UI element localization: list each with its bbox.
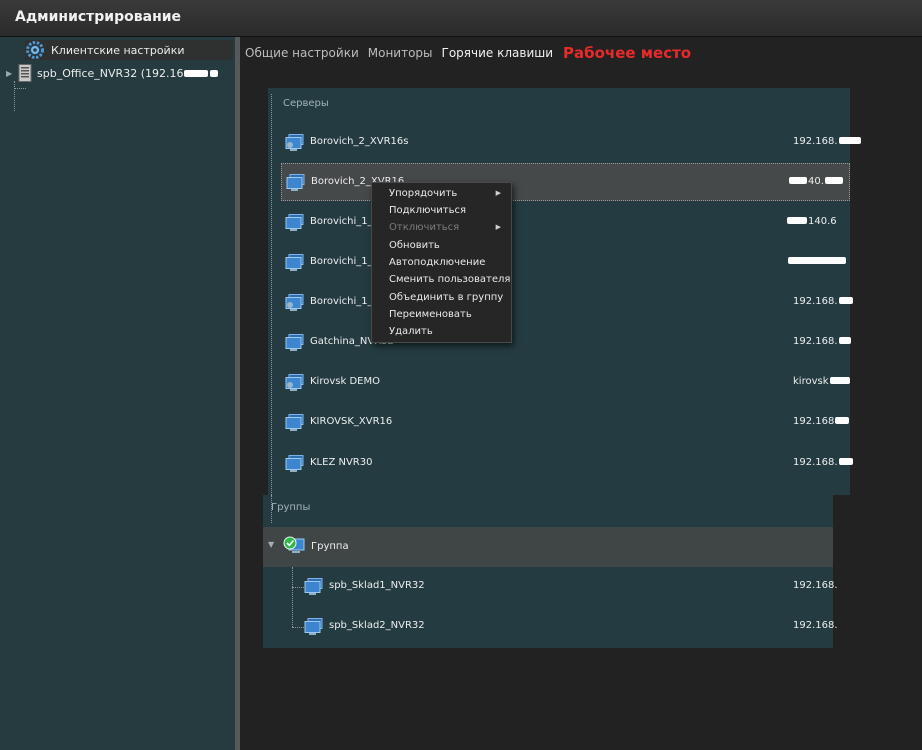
redaction-mark [838,297,853,304]
server-row[interactable]: Borovichi_1_X [268,244,850,282]
title-bar: Администрирование [0,0,922,37]
server-ip: 192.168. [793,457,854,468]
redaction-mark [210,69,219,77]
server-ip-text: 192.168. [793,336,838,347]
redaction-mark [838,137,861,144]
server-ip: 192.168. [793,580,838,591]
server-row[interactable]: Borovichi_1_X 192.168. [268,284,853,322]
server-name: Borovichi_1_X [310,296,380,307]
tree-connector [14,88,26,90]
server-row[interactable]: Borovichi_1_X 140.6 [268,204,850,242]
groups-list: Группы ▼ Группа spb_Sklad1_NVR32 192.168… [263,495,838,648]
tab-bar: Общие настройки Мониторы Горячие клавиши… [240,37,922,69]
server-monitor-icon [285,294,305,316]
server-ip: 40. [788,176,844,187]
settings-tree[interactable]: Клиентские настройки ▶ spb_Office_NVR32 … [0,37,235,750]
server-name: Kirovsk DEMO [310,376,380,387]
server-monitor-icon [304,578,324,600]
server-name: Borovichi_1_X [310,216,380,227]
gear-icon [25,40,45,60]
server-monitor-icon [285,414,305,436]
submenu-arrow-icon: ▶ [495,189,501,197]
server-ip-text: 192.168. [793,457,838,468]
group-server-row[interactable]: spb_Sklad1_NVR32 192.168. [263,568,838,606]
group-name: Группа [311,541,349,552]
submenu-arrow-icon: ▶ [495,223,501,231]
server-monitor-icon [285,455,305,477]
redaction-mark [789,177,807,184]
server-monitor-icon [285,374,305,396]
redaction-mark [787,217,807,224]
server-row[interactable]: Kirovsk DEMO kirovsk [268,364,850,402]
menu-item-rename[interactable]: Переименовать [389,309,472,320]
menu-item-refresh[interactable]: Обновить [389,240,440,251]
group-online-icon [283,536,305,560]
server-monitor-icon [304,618,324,640]
section-label-servers: Серверы [283,98,329,109]
menu-item-connect[interactable]: Подключиться [389,205,466,216]
group-server-row[interactable]: spb_Sklad2_NVR32 192.168. [263,608,838,646]
tree-item-label: Клиентские настройки [51,43,185,57]
server-name: Borovichi_1_X [310,256,380,267]
section-label-groups: Группы [271,502,311,513]
server-name: Borovich_2_XVR16s [310,136,409,147]
server-ip-text: kirovsk [793,376,829,387]
collapse-arrow-icon[interactable]: ▼ [268,540,274,549]
tree-item-label: spb_Office_NVR32 (192.16 [37,66,184,80]
server-monitor-icon [285,334,305,356]
server-monitor-icon [285,214,305,236]
menu-item-group[interactable]: Объединить в группу [389,292,503,303]
tab-hotkeys[interactable]: Горячие клавиши [442,46,554,60]
server-ip: kirovsk [793,376,851,387]
menu-item-change-user[interactable]: Сменить пользователя [389,274,510,285]
menu-item-delete[interactable]: Удалить [389,326,433,337]
redaction-mark [829,377,850,384]
server-ip: 140.6 [786,216,837,227]
server-ip-text: 192.168 [793,416,835,427]
redaction-mark [184,69,209,77]
server-name: spb_Sklad2_NVR32 [329,620,425,631]
server-ip-text: 140.6 [808,216,837,227]
server-name: KIROVSK_XVR16 [310,416,393,427]
server-row[interactable]: KLEZ NVR30 192.168. [268,445,853,483]
redaction-mark [838,337,851,344]
server-monitor-icon [285,254,305,276]
group-row[interactable]: ▼ Группа [263,527,833,567]
redaction-mark [835,417,850,424]
server-row[interactable]: KIROVSK_XVR16 192.168 [268,404,850,442]
server-ip-text: 192.168. [793,296,838,307]
redaction-mark [824,177,843,184]
expand-arrow-icon[interactable]: ▶ [6,69,16,78]
menu-item-disconnect[interactable]: Отключиться [389,222,459,233]
tree-connector [14,81,16,111]
server-ip: 192.168. [793,336,852,347]
redaction-mark [838,458,853,465]
server-ip-text: 192.168. [793,136,838,147]
server-ip: 192.168. [793,296,854,307]
server-ip: 192.168. [793,136,862,147]
server-row-selected[interactable]: Borovich_2_XVR16 40. [281,163,850,201]
server-monitor-icon [286,174,306,196]
tab-general-settings[interactable]: Общие настройки [245,46,359,60]
server-ip [787,256,847,267]
menu-item-autoconnect[interactable]: Автоподключение [389,257,485,268]
menu-item-sort[interactable]: Упорядочить [389,188,457,199]
redaction-mark [788,257,846,264]
server-ip: 192.168 [793,416,850,427]
server-row[interactable]: Borovich_2_XVR16s 192.168. [268,124,861,162]
tree-item-client-settings[interactable]: Клиентские настройки [25,40,233,60]
server-monitor-icon [285,134,305,156]
server-ip: 192.168. [793,620,838,631]
tab-workplace[interactable]: Рабочее место [563,44,691,62]
server-name: KLEZ NVR30 [310,457,373,468]
tree-item-server[interactable]: ▶ spb_Office_NVR32 (192.16 [6,63,219,83]
tab-monitors[interactable]: Мониторы [368,46,433,60]
server-row[interactable]: Gatchina_NVR32 192.168. [268,324,852,362]
server-name: spb_Sklad1_NVR32 [329,580,425,591]
server-tower-icon [18,64,32,82]
server-ip-text: 40. [808,176,824,187]
context-menu: Упорядочить ▶ Подключиться Отключиться ▶… [371,182,512,343]
window-title: Администрирование [15,9,182,25]
servers-list: Серверы Borovich_2_XVR16s 192.168. Borov… [268,88,861,495]
